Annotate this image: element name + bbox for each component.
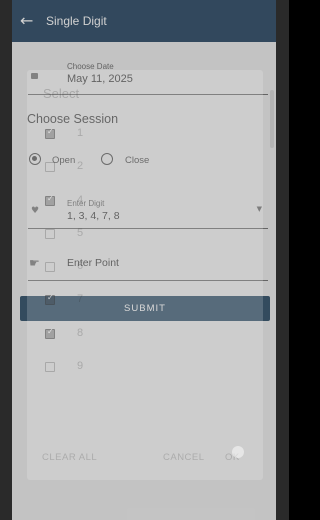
option-label: 1 xyxy=(77,127,84,139)
dialog-option[interactable]: 4 xyxy=(45,193,245,213)
touch-indicator xyxy=(232,446,244,458)
dialog-option[interactable]: 1 xyxy=(45,126,245,146)
checkbox-icon[interactable] xyxy=(45,327,55,339)
checkbox-icon[interactable] xyxy=(45,127,55,139)
option-label: 6 xyxy=(77,260,84,272)
checkbox-icon[interactable] xyxy=(45,262,55,272)
checkbox-icon[interactable] xyxy=(45,362,55,372)
dialog-title: Select xyxy=(43,86,80,101)
checkbox-icon[interactable] xyxy=(45,293,55,305)
option-label: 5 xyxy=(77,227,84,239)
option-label: 2 xyxy=(77,160,84,172)
scrollbar[interactable] xyxy=(270,90,274,148)
select-dialog: Select 12456789 CLEAR ALL CANCEL OK xyxy=(27,70,263,480)
option-label: 8 xyxy=(77,327,84,339)
checkbox-icon[interactable] xyxy=(45,194,55,206)
option-label: 9 xyxy=(77,360,84,372)
dialog-option[interactable]: 5 xyxy=(45,226,245,246)
dialog-option[interactable]: 7 xyxy=(45,292,245,312)
checkbox-icon[interactable] xyxy=(45,162,55,172)
option-label: 7 xyxy=(77,293,84,305)
clear-all-button[interactable]: CLEAR ALL xyxy=(42,452,97,463)
cancel-button[interactable]: CANCEL xyxy=(163,452,205,463)
checkbox-icon[interactable] xyxy=(45,229,55,239)
option-label: 4 xyxy=(77,194,84,206)
dialog-option[interactable]: 8 xyxy=(45,326,245,346)
dialog-option[interactable]: 2 xyxy=(45,159,245,179)
dialog-option[interactable]: 6 xyxy=(45,259,245,279)
dialog-option[interactable]: 9 xyxy=(45,359,245,379)
